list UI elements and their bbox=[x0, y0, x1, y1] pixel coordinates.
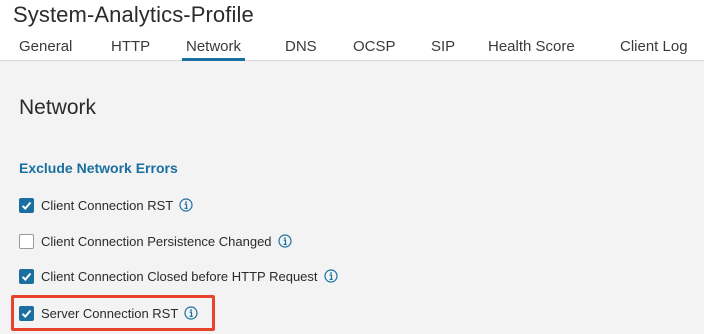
section-title: Network bbox=[19, 96, 97, 119]
info-icon[interactable] bbox=[184, 306, 198, 320]
option-label: Client Connection Persistence Changed bbox=[41, 233, 272, 249]
option-client-connection-rst: Client Connection RST bbox=[19, 196, 193, 214]
tab-ocsp[interactable]: OCSP bbox=[353, 38, 396, 61]
tab-sip[interactable]: SIP bbox=[431, 38, 455, 61]
check-icon bbox=[21, 201, 32, 210]
check-icon bbox=[21, 272, 32, 281]
server-connection-rst-checkbox[interactable] bbox=[19, 305, 34, 321]
info-icon[interactable] bbox=[179, 198, 193, 212]
option-client-connection-closed-before-http-request: Client Connection Closed before HTTP Req… bbox=[19, 267, 338, 285]
tab-dns[interactable]: DNS bbox=[285, 38, 317, 61]
subsection-title: Exclude Network Errors bbox=[19, 160, 178, 176]
client-connection-rst-checkbox[interactable] bbox=[19, 197, 34, 213]
tab-health-score[interactable]: Health Score bbox=[488, 38, 575, 61]
tab-network[interactable]: Network bbox=[181, 38, 246, 61]
info-icon[interactable] bbox=[323, 269, 338, 283]
option-label: Server Connection RST bbox=[41, 305, 179, 321]
option-client-connection-persistence-changed: Client Connection Persistence Changed bbox=[19, 232, 292, 250]
option-label: Client Connection RST bbox=[41, 197, 174, 213]
tab-http[interactable]: HTTP bbox=[111, 38, 150, 61]
client-connection-closed-before-http-request-checkbox[interactable] bbox=[19, 268, 34, 284]
info-icon[interactable] bbox=[277, 234, 292, 248]
option-label: Client Connection Closed before HTTP Req… bbox=[41, 268, 318, 284]
page-title: System-Analytics-Profile bbox=[13, 2, 254, 27]
page-header: System-Analytics-Profile General HTTP Ne… bbox=[0, 0, 704, 61]
option-server-connection-rst: Server Connection RST bbox=[19, 304, 198, 322]
check-icon bbox=[21, 309, 32, 318]
client-connection-persistence-changed-checkbox[interactable] bbox=[19, 233, 34, 249]
tab-bar: General HTTP Network DNS OCSP SIP Health… bbox=[0, 38, 704, 61]
tab-general[interactable]: General bbox=[19, 38, 72, 61]
tab-client-log[interactable]: Client Log bbox=[620, 38, 688, 61]
